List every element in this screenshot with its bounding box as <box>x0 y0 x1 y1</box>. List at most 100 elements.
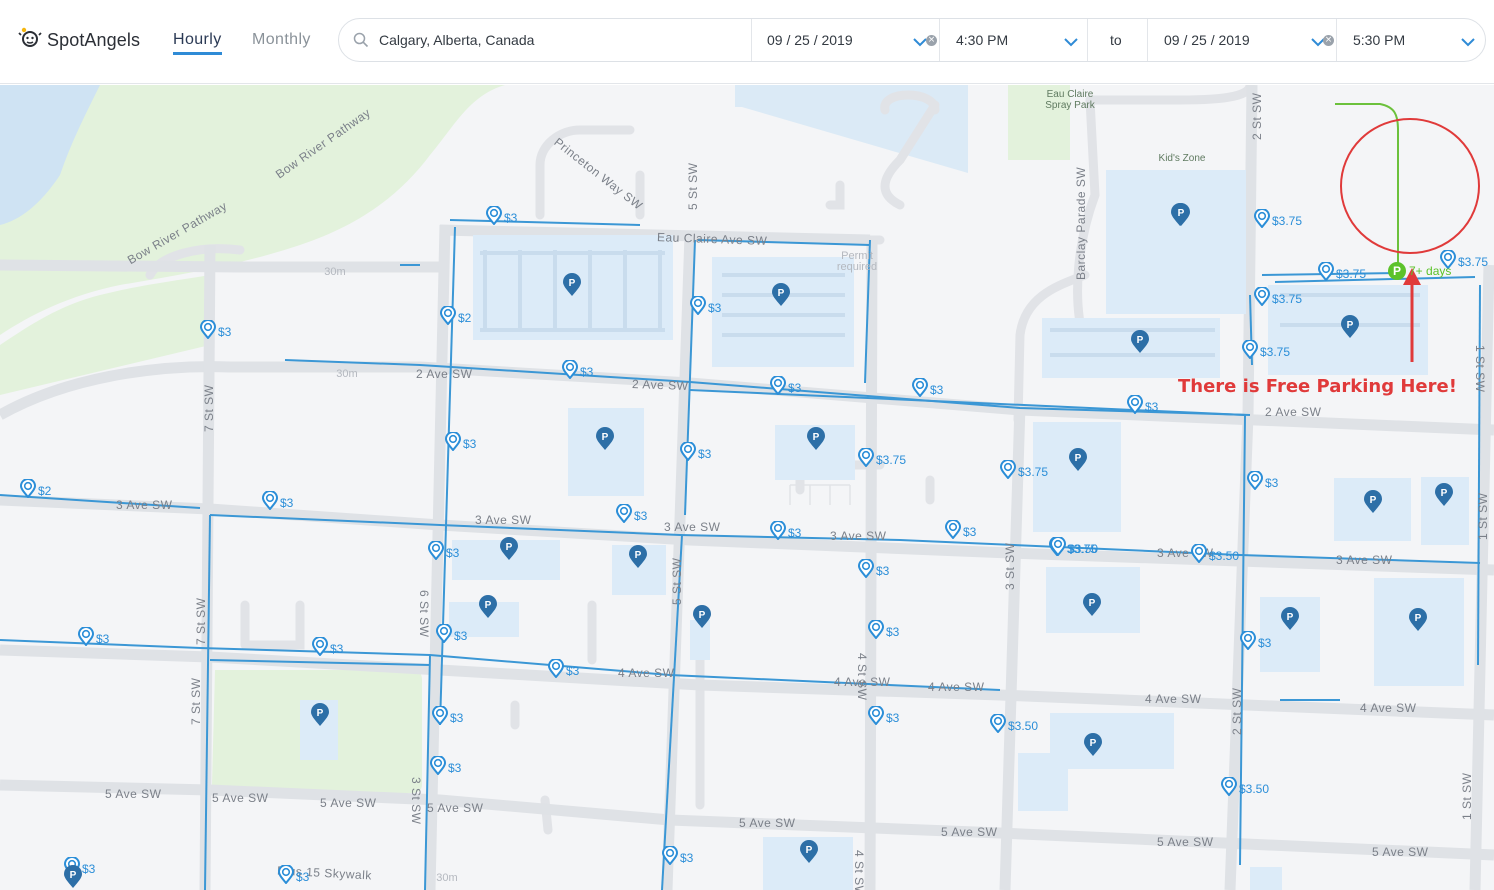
parking-lot-pin-icon[interactable]: P <box>1130 330 1150 359</box>
price-pin[interactable]: $2 <box>19 478 51 500</box>
price-pin[interactable]: $3 <box>911 377 943 399</box>
start-time-field[interactable]: 4:30 PM <box>956 19 1076 61</box>
parking-lot-pin-icon[interactable]: P <box>1340 315 1360 344</box>
price-pin[interactable]: $3 <box>769 375 801 400</box>
end-time-field[interactable]: 5:30 PM <box>1353 19 1473 61</box>
price-pin[interactable]: $3 <box>199 319 231 341</box>
parking-lot-pin-icon[interactable]: P <box>478 595 498 624</box>
price-label: $3 <box>580 365 594 379</box>
street-label: 5 Ave SW <box>427 801 484 815</box>
parking-lot-pin-icon[interactable]: P <box>1068 448 1088 477</box>
parking-lot-pin-icon[interactable]: P <box>771 283 791 312</box>
parking-lot-pin-icon[interactable]: P <box>628 545 648 574</box>
price-pin[interactable]: $3 <box>485 205 518 230</box>
street-label: 2 St SW <box>1230 687 1244 735</box>
street-label: 2 Ave SW <box>416 367 473 381</box>
price-label: $3.75 <box>1336 267 1367 281</box>
map[interactable]: Princeton Way SW 5 St SW Eau Claire Ave … <box>0 85 1494 890</box>
location-field[interactable]: Calgary, Alberta, Canada <box>353 19 751 61</box>
parking-lot-pin-icon[interactable]: P <box>1363 490 1383 519</box>
price-pin[interactable]: $3 <box>444 431 476 453</box>
price-pin[interactable]: $3 <box>944 519 976 541</box>
parking-lot-pin-icon[interactable]: P <box>63 865 83 890</box>
tab-monthly[interactable]: Monthly <box>252 31 311 49</box>
price-pin[interactable]: $3.75 <box>1241 339 1290 361</box>
price-pin[interactable]: $3 <box>615 503 647 525</box>
price-pin[interactable]: $3 <box>867 705 899 727</box>
parking-lot-pin-icon[interactable]: P <box>692 605 712 634</box>
parking-lot-pin-icon[interactable]: P <box>1082 593 1102 622</box>
price-pin[interactable]: $3 <box>769 520 801 542</box>
price-pin[interactable]: $3.50 <box>989 713 1038 735</box>
clear-start-date-icon[interactable]: × <box>926 35 937 46</box>
parking-lot-pin-icon[interactable]: P <box>1171 203 1191 232</box>
parking-lot-pin-icon[interactable]: P <box>1434 483 1454 512</box>
parking-lot-pin-icon[interactable]: P <box>1083 733 1103 762</box>
parking-lot-pin-icon[interactable]: P <box>562 273 582 302</box>
price-pin[interactable]: $3 <box>547 658 579 680</box>
meter-pin-icon <box>1049 536 1067 561</box>
price-pin[interactable]: $3 <box>261 490 293 515</box>
price-pin[interactable]: $3 <box>427 540 459 562</box>
time-limit-label: 30m <box>324 266 346 278</box>
chevron-down-icon[interactable] <box>1064 34 1078 52</box>
parking-lot-pin-icon[interactable]: P <box>595 427 615 456</box>
price-pin[interactable]: $3 <box>1239 630 1271 655</box>
price-pin[interactable]: $3.75 <box>1253 208 1302 230</box>
free-parking-marker[interactable]: P 7+ days <box>1388 262 1451 280</box>
price-pin[interactable]: $3 <box>311 636 343 658</box>
price-pin[interactable]: $3 <box>277 864 309 886</box>
price-label: $3 <box>96 632 110 646</box>
chevron-down-icon[interactable] <box>913 34 927 52</box>
price-pin[interactable]: $3 <box>689 295 721 317</box>
meter-pin-icon <box>1239 630 1257 655</box>
price-label: $3 <box>504 211 518 225</box>
parking-lot-pin-icon[interactable]: P <box>799 840 819 869</box>
price-pin[interactable]: $3.75 <box>857 447 906 469</box>
clear-end-date-icon[interactable]: × <box>1323 35 1334 46</box>
price-pin[interactable]: $3 <box>857 558 889 580</box>
parking-lot-pin-icon[interactable]: P <box>806 427 826 456</box>
price-pin[interactable]: $3 <box>679 441 711 463</box>
price-pin[interactable]: $3 <box>561 359 594 381</box>
time-limit-label: 30m <box>436 872 458 884</box>
svg-text:P: P <box>1287 612 1294 623</box>
tab-hourly[interactable]: Hourly <box>173 31 222 55</box>
price-pin[interactable]: $3.50 <box>1049 536 1098 561</box>
price-pin[interactable]: $2 <box>439 305 472 327</box>
street-label: 3 Ave SW <box>830 529 887 543</box>
meter-pin-icon <box>435 623 453 648</box>
price-label: $3 <box>450 711 464 725</box>
price-pin[interactable]: $3 <box>77 626 110 648</box>
price-pin[interactable]: $3.75 <box>999 459 1048 481</box>
parking-lot-pin-icon[interactable]: P <box>310 703 330 732</box>
price-pin[interactable]: $3.75 <box>1317 261 1367 283</box>
parking-lot-pin-icon[interactable]: P <box>499 537 519 566</box>
meter-pin-icon <box>485 205 503 230</box>
logo[interactable]: SpotAngels <box>18 26 140 54</box>
price-pin[interactable]: $3.50 <box>1220 776 1269 798</box>
price-pin[interactable]: $3 <box>435 623 467 648</box>
end-date-field[interactable]: 09 / 25 / 2019 <box>1164 19 1304 61</box>
price-pin[interactable]: $3 <box>867 619 899 644</box>
price-pin[interactable]: $3 <box>1126 394 1158 416</box>
price-label: $3 <box>1265 476 1279 490</box>
price-pin[interactable]: $3 <box>429 755 461 777</box>
price-pin[interactable]: $3.75 <box>1253 286 1302 308</box>
app-root: SpotAngels Hourly Monthly Calgary, Alber… <box>0 0 1494 890</box>
svg-text:P: P <box>485 600 492 611</box>
start-date-field[interactable]: 09 / 25 / 2019 <box>767 19 907 61</box>
start-time-value: 4:30 PM <box>956 32 1009 48</box>
meter-pin-icon <box>867 619 885 644</box>
location-input[interactable]: Calgary, Alberta, Canada <box>379 32 534 48</box>
parking-lot-pin-icon[interactable]: P <box>1280 607 1300 636</box>
price-label: $2 <box>458 311 472 325</box>
parking-lot-pin-icon[interactable]: P <box>1408 608 1428 637</box>
chevron-down-icon[interactable] <box>1461 34 1475 52</box>
price-pin[interactable]: $3 <box>661 845 693 867</box>
price-pin[interactable]: $3 <box>1246 470 1279 492</box>
price-pin[interactable]: $3.50 <box>1190 543 1239 565</box>
meter-pin-icon <box>769 375 787 400</box>
price-pin[interactable]: $3 <box>431 705 464 727</box>
meter-pin-icon <box>261 490 279 515</box>
